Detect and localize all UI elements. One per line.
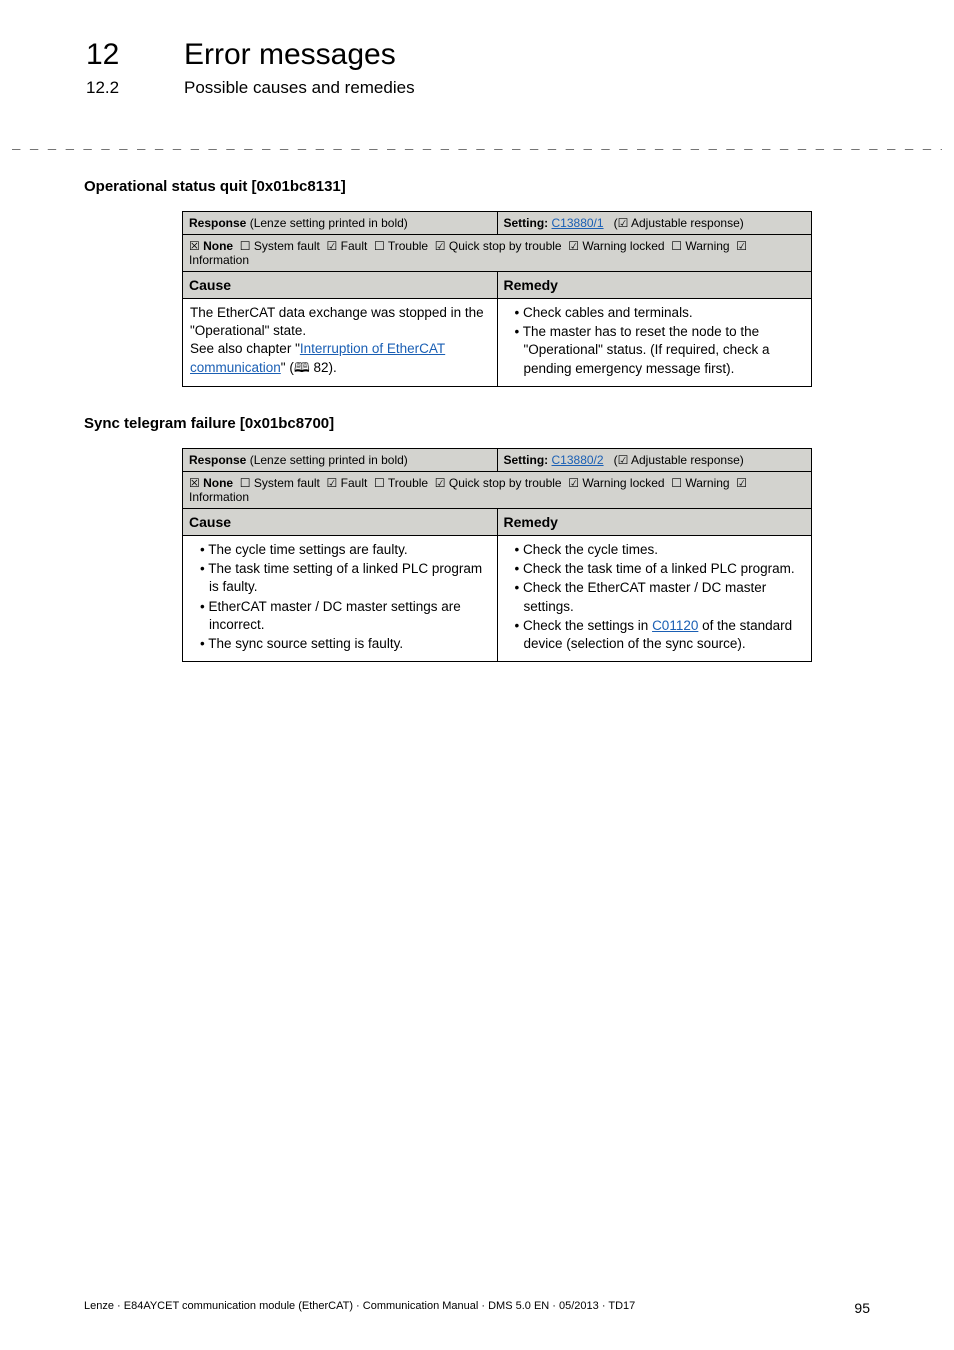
checkbox-row: ☒ None ☐ System fault ☑ Fault ☐ Trouble …: [183, 235, 812, 272]
footer-text: Lenze · E84AYCET communication module (E…: [84, 1300, 635, 1316]
setting-suffix: (☑ Adjustable response): [614, 216, 744, 230]
page-number: 95: [854, 1300, 870, 1316]
remedy-item: The master has to reset the node to the …: [515, 323, 805, 378]
remedy-header: Remedy: [497, 508, 812, 535]
setting-label: Setting:: [504, 216, 549, 230]
cause-item: The sync source setting is faulty.: [200, 635, 490, 653]
remedy-item: Check the EtherCAT master / DC master se…: [515, 579, 805, 615]
cause-item: The task time setting of a linked PLC pr…: [200, 560, 490, 596]
response-paren: (Lenze setting printed in bold): [250, 453, 408, 467]
cause-header: Cause: [183, 508, 498, 535]
error-title: Operational status quit [0x01bc8131]: [84, 178, 870, 195]
error-table: Response (Lenze setting printed in bold)…: [182, 448, 812, 662]
checkbox-row: ☒ None ☐ System fault ☑ Fault ☐ Trouble …: [183, 471, 812, 508]
error-title: Sync telegram failure [0x01bc8700]: [84, 415, 870, 432]
remedy-header: Remedy: [497, 272, 812, 299]
response-label: Response: [189, 453, 246, 467]
cause-item: EtherCAT master / DC master settings are…: [200, 598, 490, 634]
remedy-item: Check the task time of a linked PLC prog…: [515, 560, 805, 578]
section-number: 12.2: [86, 78, 184, 98]
chapter-number: 12: [86, 38, 184, 72]
response-label: Response: [189, 216, 246, 230]
remedy-item: Check cables and terminals.: [515, 304, 805, 322]
remedy-link[interactable]: C01120: [652, 618, 698, 633]
response-paren: (Lenze setting printed in bold): [250, 216, 408, 230]
error-table: Response (Lenze setting printed in bold)…: [182, 211, 812, 387]
cause-cell: The cycle time settings are faulty. The …: [183, 535, 498, 661]
cause-header: Cause: [183, 272, 498, 299]
setting-link[interactable]: C13880/1: [552, 216, 604, 230]
setting-link[interactable]: C13880/2: [552, 453, 604, 467]
setting-label: Setting:: [504, 453, 549, 467]
setting-suffix: (☑ Adjustable response): [614, 453, 744, 467]
section-title: Possible causes and remedies: [184, 78, 415, 98]
remedy-item: Check the settings in C01120 of the stan…: [515, 617, 805, 653]
cause-cell: The EtherCAT data exchange was stopped i…: [183, 299, 498, 387]
remedy-cell: Check the cycle times. Check the task ti…: [497, 535, 812, 661]
divider: _ _ _ _ _ _ _ _ _ _ _ _ _ _ _ _ _ _ _ _ …: [12, 134, 942, 150]
chapter-title: Error messages: [184, 38, 396, 72]
remedy-item: Check the cycle times.: [515, 541, 805, 559]
remedy-cell: Check cables and terminals. The master h…: [497, 299, 812, 387]
cause-item: The cycle time settings are faulty.: [200, 541, 490, 559]
